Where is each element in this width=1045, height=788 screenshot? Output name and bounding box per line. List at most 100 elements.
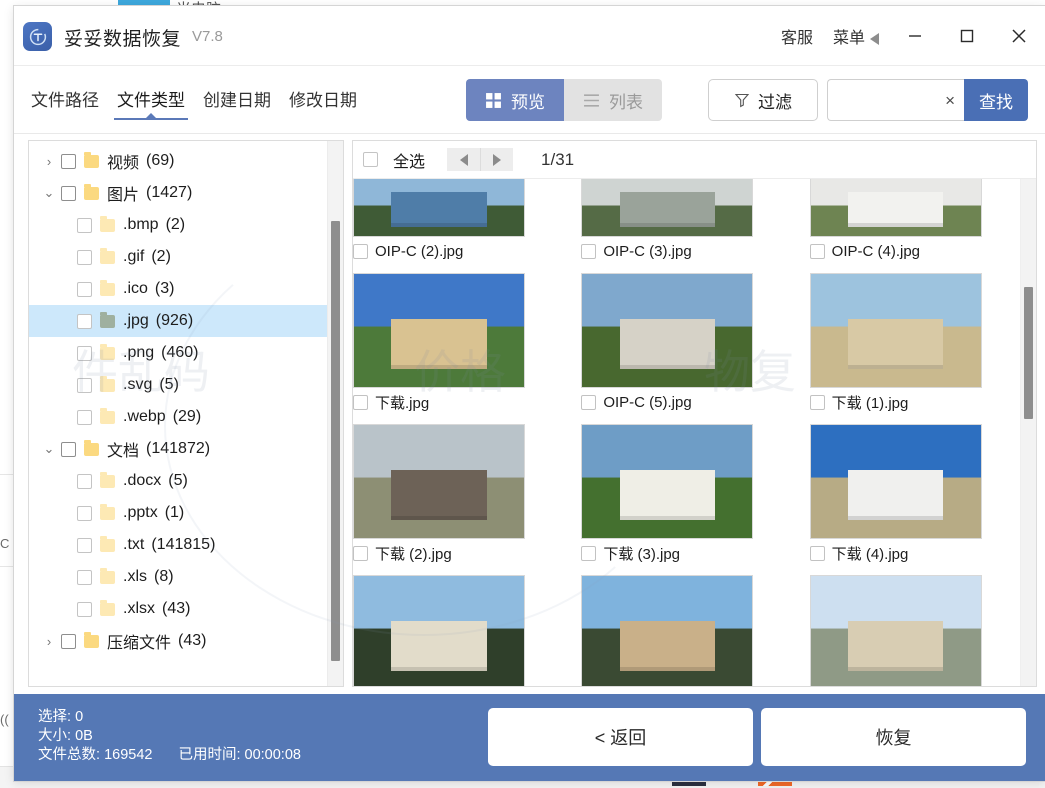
file-checkbox[interactable]	[809, 545, 825, 561]
tree-node[interactable]: .jpg (926)	[29, 305, 327, 337]
select-all-checkbox[interactable]	[363, 152, 378, 167]
file-thumbnail[interactable]	[809, 424, 982, 539]
support-button[interactable]: 客服	[771, 24, 823, 48]
tree-node-checkbox[interactable]	[77, 473, 92, 489]
find-button[interactable]: 查找	[964, 79, 1028, 121]
tree-node[interactable]: .xls (8)	[29, 561, 327, 593]
tab-1[interactable]: 文件类型	[108, 82, 194, 123]
file-cell[interactable]: 下载.jpg	[353, 273, 563, 424]
file-cell[interactable]: OIP-C (3).jpg	[581, 179, 791, 273]
tree-node[interactable]: .xlsx (43)	[29, 593, 327, 625]
clear-icon[interactable]: ×	[945, 92, 955, 109]
file-checkbox[interactable]	[353, 394, 368, 410]
file-checkbox[interactable]	[809, 243, 825, 259]
recover-button[interactable]: 恢复	[761, 708, 1026, 766]
sidebar-scrollbar-thumb[interactable]	[331, 221, 340, 661]
file-thumbnail[interactable]	[353, 424, 525, 539]
tree-node-checkbox[interactable]	[61, 633, 76, 649]
file-thumbnail[interactable]	[353, 273, 525, 388]
list-icon	[584, 93, 599, 107]
chevron-right-icon[interactable]: ›	[37, 634, 61, 649]
file-thumbnail[interactable]	[809, 273, 982, 388]
tree-node-checkbox[interactable]	[77, 505, 92, 521]
file-cell[interactable]: 下载 (3).jpg	[581, 424, 791, 575]
tree-node[interactable]: .txt (141815)	[29, 529, 327, 561]
file-thumbnail[interactable]	[809, 179, 982, 237]
app-logo-icon	[23, 22, 52, 51]
filter-button[interactable]: 过滤	[708, 79, 818, 121]
chevron-right-icon[interactable]: ›	[37, 154, 61, 169]
grid-scrollbar[interactable]	[1020, 179, 1036, 686]
tree-node-checkbox[interactable]	[77, 313, 92, 329]
tree-node[interactable]: .png (460)	[29, 337, 327, 369]
file-thumbnail[interactable]	[809, 575, 982, 686]
tree-node[interactable]: › 压缩文件 (43)	[29, 625, 327, 657]
file-cell[interactable]: OIP-C (5).jpg	[581, 273, 791, 424]
tree-node[interactable]: .ico (3)	[29, 273, 327, 305]
minimize-button[interactable]	[889, 6, 941, 66]
selected-label: 选择:	[38, 709, 72, 725]
tree-node-checkbox[interactable]	[77, 249, 92, 265]
tree-node-checkbox[interactable]	[77, 601, 92, 617]
file-cell[interactable]	[581, 575, 791, 686]
tree-node-checkbox[interactable]	[77, 537, 92, 553]
tree-node[interactable]: .webp (29)	[29, 401, 327, 433]
file-cell[interactable]	[353, 575, 563, 686]
file-checkbox[interactable]	[809, 394, 825, 410]
tree-node[interactable]: ⌄ 图片 (1427)	[29, 177, 327, 209]
tree-node[interactable]: .pptx (1)	[29, 497, 327, 529]
tab-preview[interactable]: 预览	[466, 79, 564, 121]
tab-3[interactable]: 修改日期	[280, 82, 366, 123]
tree-node-checkbox[interactable]	[61, 153, 76, 169]
maximize-button[interactable]	[941, 6, 993, 66]
file-checkbox[interactable]	[353, 545, 368, 561]
file-thumbnail[interactable]	[581, 273, 754, 388]
tree-node-label: 文档	[107, 443, 140, 460]
select-all[interactable]: 全选	[363, 148, 425, 172]
tree-node[interactable]: .svg (5)	[29, 369, 327, 401]
file-thumbnail[interactable]	[581, 575, 754, 686]
file-cell[interactable]: 下载 (1).jpg	[809, 273, 1020, 424]
file-thumbnail[interactable]	[353, 575, 525, 686]
file-checkbox[interactable]	[353, 243, 368, 259]
file-thumbnail[interactable]	[581, 424, 754, 539]
search-box[interactable]: ×	[827, 79, 964, 121]
file-checkbox[interactable]	[581, 545, 597, 561]
sidebar-scrollbar[interactable]	[327, 141, 343, 686]
file-cell[interactable]: 下载 (2).jpg	[353, 424, 563, 575]
tree-node[interactable]: .docx (5)	[29, 465, 327, 497]
tab-0[interactable]: 文件路径	[22, 82, 108, 123]
grid-scrollbar-thumb[interactable]	[1024, 287, 1033, 419]
tree-node[interactable]: › 视频 (69)	[29, 145, 327, 177]
tree-node-checkbox[interactable]	[77, 377, 92, 393]
tab-list[interactable]: 列表	[564, 79, 662, 121]
tree-node-checkbox[interactable]	[77, 217, 92, 233]
tree-node[interactable]: ⌄ 文档 (141872)	[29, 433, 327, 465]
file-caption: 下载 (2).jpg	[353, 539, 563, 567]
tree-node-checkbox[interactable]	[77, 569, 92, 585]
tree-node-checkbox[interactable]	[77, 281, 92, 297]
tree-node-checkbox[interactable]	[77, 409, 92, 425]
search-input[interactable]	[836, 80, 940, 120]
tree-node-checkbox[interactable]	[77, 345, 92, 361]
file-thumbnail[interactable]	[353, 179, 525, 237]
menu-button[interactable]: 菜单	[823, 24, 889, 48]
tree-node-checkbox[interactable]	[61, 185, 76, 201]
file-cell[interactable]: 下载 (4).jpg	[809, 424, 1020, 575]
tree-node[interactable]: .bmp (2)	[29, 209, 327, 241]
tab-2[interactable]: 创建日期	[194, 82, 280, 123]
chevron-down-icon[interactable]: ⌄	[37, 185, 61, 201]
file-checkbox[interactable]	[581, 394, 597, 410]
file-cell[interactable]: OIP-C (2).jpg	[353, 179, 563, 273]
file-checkbox[interactable]	[581, 243, 597, 259]
file-cell[interactable]	[809, 575, 1020, 686]
file-thumbnail[interactable]	[581, 179, 754, 237]
file-cell[interactable]: OIP-C (4).jpg	[809, 179, 1020, 273]
back-button[interactable]: < 返回	[488, 708, 753, 766]
close-button[interactable]	[993, 6, 1045, 66]
tree-node[interactable]: .gif (2)	[29, 241, 327, 273]
chevron-down-icon[interactable]: ⌄	[37, 441, 61, 457]
prev-page-button[interactable]	[447, 148, 481, 171]
next-page-button[interactable]	[480, 148, 514, 171]
tree-node-checkbox[interactable]	[61, 441, 76, 457]
